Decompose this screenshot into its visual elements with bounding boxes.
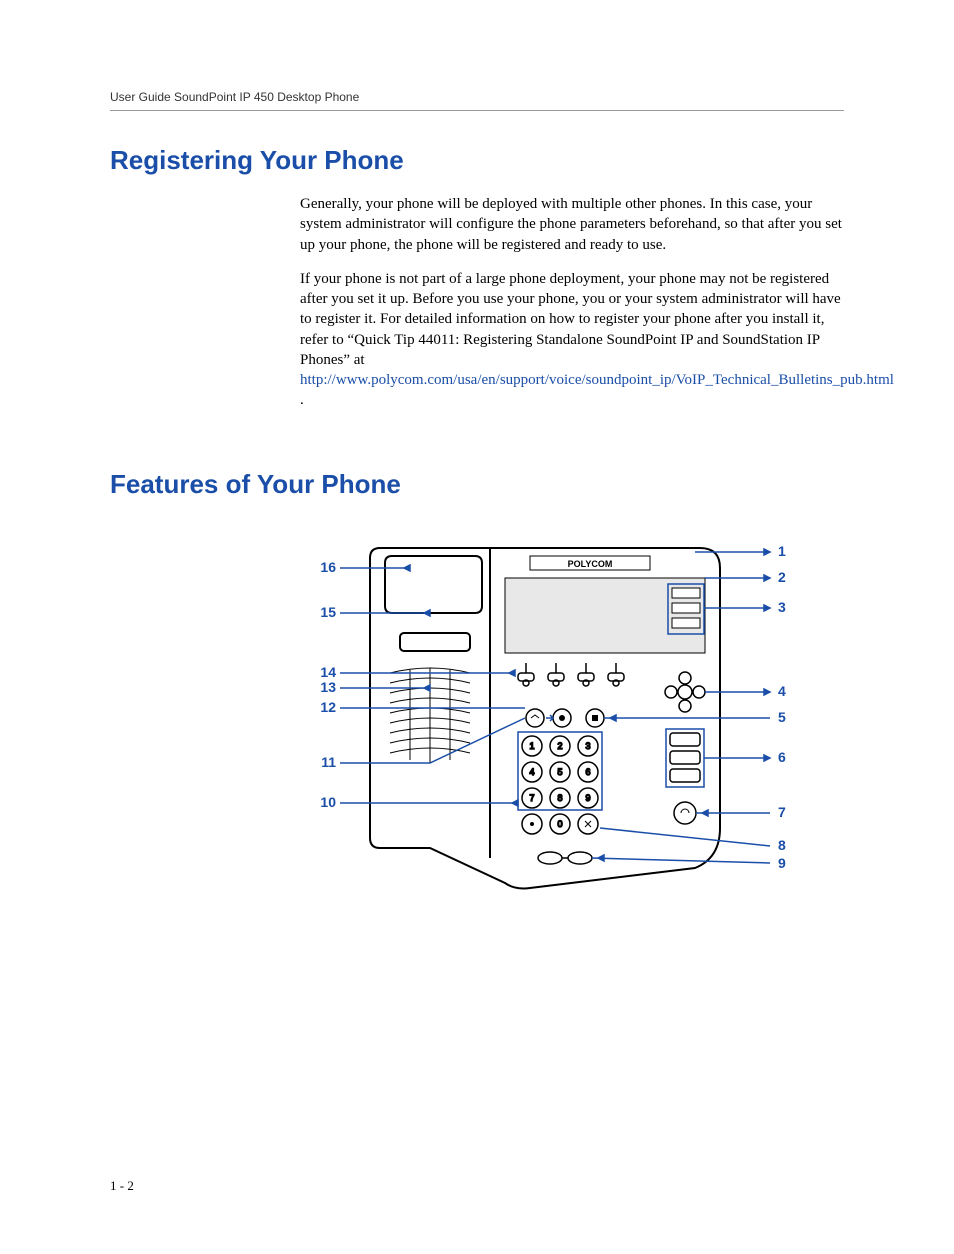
registering-para2b: .	[300, 392, 304, 408]
right-feature-keys	[670, 733, 700, 782]
svg-text:7: 7	[529, 793, 534, 803]
svg-text:7: 7	[778, 804, 786, 820]
key-star	[522, 814, 542, 834]
feature-buttons-row	[526, 709, 604, 727]
svg-text:3: 3	[585, 741, 590, 751]
svg-text:13: 13	[320, 679, 336, 695]
softkeys	[518, 663, 624, 686]
registering-para2: If your phone is not part of a large pho…	[300, 269, 844, 411]
svg-text:9: 9	[585, 793, 590, 803]
svg-text:5: 5	[557, 767, 562, 777]
key-hash	[578, 814, 598, 834]
heading-registering: Registering Your Phone	[110, 145, 844, 176]
svg-text:4: 4	[778, 683, 786, 699]
registering-para2a: If your phone is not part of a large pho…	[300, 271, 841, 368]
header-title: User Guide SoundPoint IP 450 Desktop Pho…	[110, 90, 359, 104]
nav-cluster	[665, 672, 705, 712]
key-7: 7	[522, 788, 542, 808]
registering-para1: Generally, your phone will be deployed w…	[300, 194, 844, 255]
svg-text:2: 2	[778, 569, 786, 585]
volume-rocker	[538, 852, 592, 864]
svg-text:2: 2	[557, 741, 562, 751]
registering-body: Generally, your phone will be deployed w…	[300, 194, 844, 411]
line-keys	[672, 588, 700, 628]
callout-numbers-right: 1 2 3 4 5 6 7 8 9	[778, 543, 786, 871]
svg-text:5: 5	[778, 709, 786, 725]
key-0: 0	[550, 814, 570, 834]
svg-text:POLYCOM: POLYCOM	[568, 559, 613, 569]
headset-button	[674, 802, 696, 824]
key-3: 3	[578, 736, 598, 756]
key-2: 2	[550, 736, 570, 756]
svg-text:6: 6	[585, 767, 590, 777]
svg-text:10: 10	[320, 794, 336, 810]
svg-text:15: 15	[320, 604, 336, 620]
key-5: 5	[550, 762, 570, 782]
svg-text:9: 9	[778, 855, 786, 871]
svg-text:16: 16	[320, 559, 336, 575]
callout-lines-left	[340, 565, 525, 806]
key-1: 1	[522, 736, 542, 756]
callout-numbers-left: 16 15 14 13 12 11 10	[320, 559, 336, 810]
svg-text:8: 8	[778, 837, 786, 853]
svg-text:1: 1	[529, 741, 534, 751]
phone-diagram-svg: POLYCOM	[300, 518, 800, 918]
key-6: 6	[578, 762, 598, 782]
phone-diagram: POLYCOM	[300, 518, 844, 918]
svg-text:3: 3	[778, 599, 786, 615]
page-number: 1 - 2	[110, 1178, 844, 1194]
svg-text:8: 8	[557, 793, 562, 803]
key-9: 9	[578, 788, 598, 808]
heading-features: Features of Your Phone	[110, 469, 844, 500]
svg-text:12: 12	[320, 699, 336, 715]
svg-text:1: 1	[778, 543, 786, 559]
page-header: User Guide SoundPoint IP 450 Desktop Pho…	[110, 90, 844, 111]
key-8: 8	[550, 788, 570, 808]
svg-text:11: 11	[321, 754, 336, 770]
svg-text:6: 6	[778, 749, 786, 765]
svg-text:0: 0	[557, 819, 562, 829]
brand-label: POLYCOM	[530, 556, 650, 570]
technical-bulletins-link[interactable]: http://www.polycom.com/usa/en/support/vo…	[300, 372, 894, 388]
key-4: 4	[522, 762, 542, 782]
dial-pad: 1 2 3 4 5 6 7 8 9 0	[522, 736, 598, 834]
svg-text:14: 14	[320, 664, 336, 680]
svg-text:4: 4	[529, 767, 534, 777]
